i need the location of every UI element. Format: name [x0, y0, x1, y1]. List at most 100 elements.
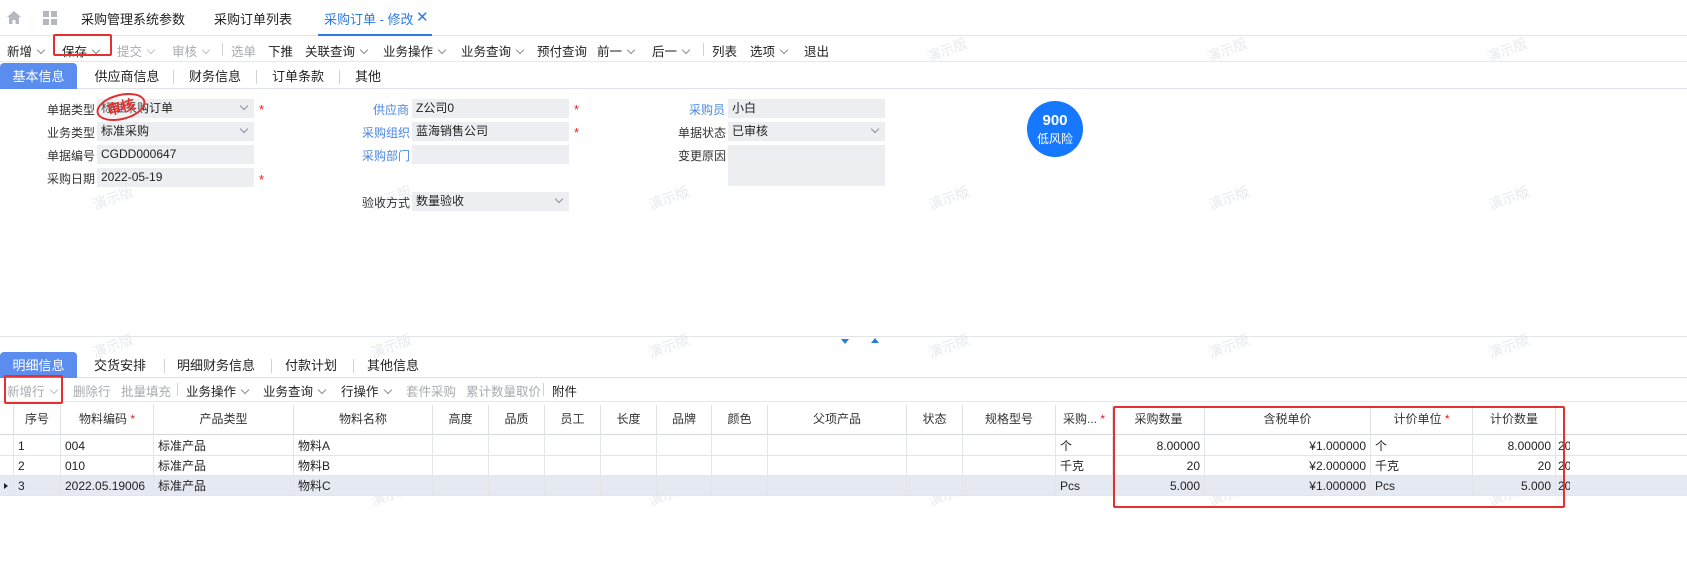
cell-unit-price[interactable]: ¥1.000000 [1205, 476, 1371, 496]
cell-parent-product[interactable] [768, 436, 907, 456]
cell-material-code[interactable]: 004 [61, 436, 154, 456]
cell-material-name[interactable]: 物料A [294, 436, 433, 456]
select-doc-button[interactable]: 选单 [231, 41, 256, 60]
col-header-unit-price[interactable]: 含税单价 [1205, 405, 1371, 434]
chevron-down-icon[interactable] [49, 385, 58, 395]
cell-pricing-unit[interactable]: Pcs [1371, 476, 1473, 496]
cell-length[interactable] [601, 456, 657, 476]
cell-color[interactable] [712, 436, 768, 456]
attachment-button[interactable]: 附件 [552, 381, 577, 400]
row-business-operation-button[interactable]: 业务操作 [186, 381, 250, 400]
cell-brand[interactable] [657, 456, 712, 476]
tab-detail-info[interactable]: 明细信息 [0, 352, 77, 378]
cell-employee[interactable] [545, 476, 601, 496]
chevron-down-icon[interactable] [317, 385, 327, 395]
cell-status[interactable] [907, 476, 963, 496]
col-header-quality[interactable]: 品质 [489, 405, 545, 434]
purchase-dept-field[interactable] [412, 145, 569, 164]
tab-supplier-info[interactable]: 供应商信息 [87, 63, 167, 89]
cell-brand[interactable] [657, 476, 712, 496]
tab-purchase-params[interactable]: 采购管理系统参数 [81, 9, 185, 28]
cell-length[interactable] [601, 436, 657, 456]
cell-color[interactable] [712, 476, 768, 496]
exit-button[interactable]: 退出 [804, 41, 829, 60]
tab-detail-finance[interactable]: 明细财务信息 [172, 352, 260, 378]
tab-delivery-schedule[interactable]: 交货安排 [87, 352, 153, 378]
cell-purchase-unit[interactable]: 个 [1056, 436, 1113, 456]
tab-order-terms[interactable]: 订单条款 [263, 63, 333, 89]
cell-purchase-qty[interactable]: 20 [1113, 456, 1205, 476]
cell-material-name[interactable]: 物料C [294, 476, 433, 496]
col-header-pricing-unit[interactable]: 计价单位 * [1371, 405, 1473, 434]
cell-pricing-qty[interactable]: 20 [1473, 456, 1556, 476]
supplier-field[interactable]: Z公司0 [412, 99, 569, 118]
inspection-select[interactable]: 数量验收 [412, 192, 569, 211]
chevron-down-icon[interactable] [146, 45, 156, 55]
cell-quality[interactable] [489, 476, 545, 496]
chevron-down-icon[interactable] [91, 45, 101, 55]
cell-status[interactable] [907, 436, 963, 456]
col-header-height[interactable]: 高度 [433, 405, 489, 434]
col-header-seq[interactable]: 序号 [14, 405, 61, 434]
cell-purchase-qty[interactable]: 8.00000 [1113, 436, 1205, 456]
tab-payment-plan[interactable]: 付款计划 [279, 352, 343, 378]
row-operation-button[interactable]: 行操作 [341, 381, 392, 400]
buyer-field[interactable]: 小白 [728, 99, 885, 118]
cell-employee[interactable] [545, 456, 601, 476]
chevron-down-icon[interactable] [626, 45, 636, 55]
chevron-down-icon[interactable] [201, 45, 211, 55]
audit-button[interactable]: 审核 [172, 41, 211, 60]
col-header-employee[interactable]: 员工 [545, 405, 601, 434]
cell-parent-product[interactable] [768, 456, 907, 476]
home-icon[interactable] [6, 10, 22, 25]
close-tab-icon[interactable]: ✕ [416, 8, 429, 26]
chevron-down-icon[interactable] [239, 101, 249, 111]
chevron-down-icon[interactable] [554, 194, 564, 204]
chevron-down-icon[interactable] [240, 385, 250, 395]
cell-material-code[interactable]: 2022.05.19006 [61, 476, 154, 496]
purchase-date-field[interactable]: 2022-05-19 [97, 168, 254, 187]
col-header-pricing-qty[interactable]: 计价数量 [1473, 405, 1556, 434]
cell-purchase-unit[interactable]: Pcs [1056, 476, 1113, 496]
save-button[interactable]: 保存 [62, 41, 101, 60]
next-button[interactable]: 后一 [652, 41, 691, 60]
business-operation-button[interactable]: 业务操作 [383, 41, 447, 60]
buyer-label[interactable]: 采购员 [689, 101, 725, 118]
cell-product-type[interactable]: 标准产品 [154, 436, 294, 456]
tab-basic-info[interactable]: 基本信息 [0, 63, 77, 89]
cell-overflow[interactable]: 20 [1556, 476, 1570, 496]
chevron-down-icon[interactable] [515, 45, 525, 55]
prepay-query-button[interactable]: 预付查询 [537, 41, 587, 60]
row-business-query-button[interactable]: 业务查询 [263, 381, 327, 400]
cell-pricing-unit[interactable]: 千克 [1371, 456, 1473, 476]
col-header-product-type[interactable]: 产品类型 [154, 405, 294, 434]
cell-purchase-unit[interactable]: 千克 [1056, 456, 1113, 476]
cell-overflow[interactable]: 20 [1556, 436, 1570, 456]
batch-fill-button[interactable]: 批量填充 [121, 381, 171, 400]
chevron-down-icon[interactable] [437, 45, 447, 55]
col-header-material-name[interactable]: 物料名称 [294, 405, 433, 434]
chevron-down-icon[interactable] [870, 124, 880, 134]
risk-badge[interactable]: 900 低风险 [1027, 101, 1083, 157]
cell-unit-price[interactable]: ¥1.000000 [1205, 436, 1371, 456]
chevron-down-icon[interactable] [383, 385, 392, 395]
cell-height[interactable] [433, 436, 489, 456]
list-button[interactable]: 列表 [712, 41, 737, 60]
col-header-parent-product[interactable]: 父项产品 [768, 405, 907, 434]
cell-status[interactable] [907, 456, 963, 476]
col-header-spec-model[interactable]: 规格型号 [963, 405, 1056, 434]
cell-seq[interactable]: 1 [14, 436, 61, 456]
tab-purchase-order-edit[interactable]: 采购订单 - 修改 [324, 9, 414, 28]
col-header-status[interactable]: 状态 [907, 405, 963, 434]
chevron-down-icon[interactable] [681, 45, 691, 55]
submit-button[interactable]: 提交 [117, 41, 156, 60]
tab-other-info[interactable]: 其他信息 [361, 352, 425, 378]
kit-purchase-button[interactable]: 套件采购 [406, 381, 456, 400]
tab-finance-info[interactable]: 财务信息 [180, 63, 250, 89]
new-button[interactable]: 新增 [7, 41, 46, 60]
cell-product-type[interactable]: 标准产品 [154, 456, 294, 476]
collapse-down-icon[interactable] [841, 339, 849, 344]
cell-quality[interactable] [489, 456, 545, 476]
cell-pricing-unit[interactable]: 个 [1371, 436, 1473, 456]
cell-pricing-qty[interactable]: 8.00000 [1473, 436, 1556, 456]
